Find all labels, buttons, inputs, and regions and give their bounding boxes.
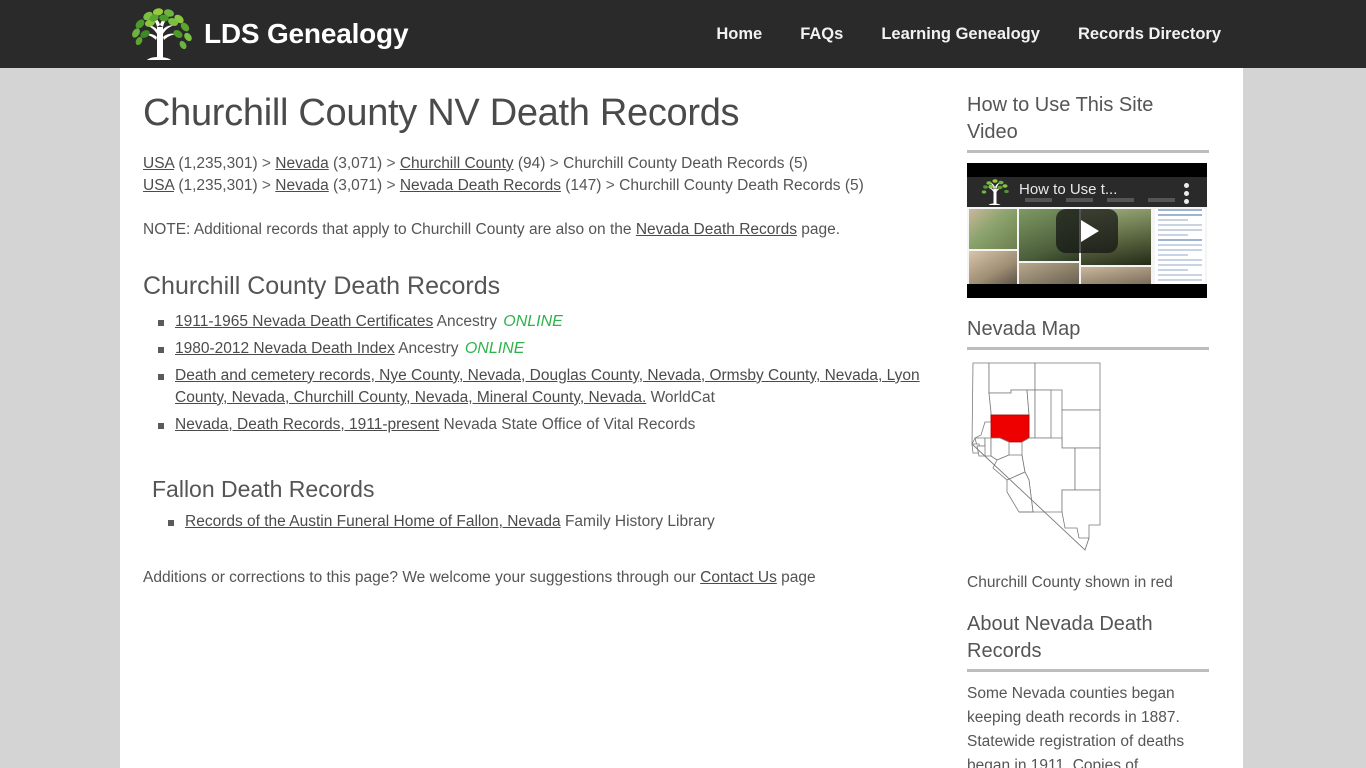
- breadcrumb-separator: >: [386, 154, 396, 172]
- kebab-menu-icon[interactable]: [1184, 183, 1189, 207]
- footer-prefix: Additions or corrections to this page? W…: [143, 569, 701, 587]
- record-list: 1911-1965 Nevada Death Certificates Ance…: [143, 311, 953, 436]
- sidebar-block-map: Nevada Map Churchill County shown in red: [967, 316, 1209, 593]
- video-overlay-title: How to Use t...: [1019, 181, 1118, 198]
- sidebar-block-video: How to Use This Site Video How to Use t.…: [967, 92, 1209, 298]
- breadcrumb-1: USA (1,235,301) > Nevada (3,071) > Churc…: [143, 153, 953, 175]
- record-link[interactable]: Nevada, Death Records, 1911-present: [175, 416, 439, 433]
- breadcrumb-separator: >: [261, 154, 271, 172]
- nav-item-learning-genealogy[interactable]: Learning Genealogy: [862, 25, 1059, 44]
- breadcrumb-current-2: Churchill County Death Records (5): [614, 176, 864, 194]
- thumb-text-column: [1155, 209, 1205, 284]
- nav-item-records-directory[interactable]: Records Directory: [1059, 25, 1240, 44]
- breadcrumb-separator: >: [261, 176, 271, 194]
- page-title: Churchill County NV Death Records: [143, 92, 740, 134]
- list-item: 1911-1965 Nevada Death Certificates Ance…: [158, 311, 953, 333]
- breadcrumb-2: USA (1,235,301) > Nevada (3,071) > Nevad…: [143, 175, 953, 197]
- thumb-photo: [969, 209, 1017, 249]
- breadcrumb-count-nv-death: (147): [560, 176, 606, 194]
- record-provider: Nevada State Office of Vital Records: [439, 415, 696, 433]
- breadcrumb-separator: >: [605, 176, 615, 194]
- page-root: LDS Genealogy Home FAQs Learning Genealo…: [0, 0, 1366, 768]
- sidebar-heading-about: About Nevada Death Records: [967, 613, 1153, 662]
- sidebar: How to Use This Site Video How to Use t.…: [967, 92, 1209, 768]
- breadcrumb-separator: >: [549, 154, 559, 172]
- breadcrumb-link-usa[interactable]: USA: [143, 155, 174, 172]
- breadcrumb-link-nevada-2[interactable]: Nevada: [275, 177, 328, 194]
- footer-suffix: page: [776, 569, 816, 587]
- site-logo[interactable]: LDS Genealogy: [128, 7, 409, 61]
- main-column: Churchill County NV Death Records USA (1…: [143, 92, 953, 605]
- tree-logo-icon: [132, 8, 192, 60]
- main-navigation: Home FAQs Learning Genealogy Records Dir…: [697, 0, 1240, 68]
- breadcrumb-count-usa: (1,235,301): [174, 154, 262, 172]
- footer-note: Additions or corrections to this page? W…: [143, 567, 953, 589]
- sidebar-heading-video: How to Use This Site Video: [967, 94, 1154, 143]
- thumb-photo: [1081, 267, 1151, 284]
- note-prefix: NOTE: Additional records that apply to C…: [143, 220, 636, 238]
- breadcrumb-count-nevada: (3,071): [328, 154, 387, 172]
- footer-link-contact-us[interactable]: Contact Us: [700, 569, 777, 586]
- note-suffix: page.: [796, 220, 841, 238]
- thumb-nav-items: [1025, 198, 1175, 204]
- breadcrumb-count-nevada-2: (3,071): [328, 176, 387, 194]
- breadcrumb-link-churchill-county[interactable]: Churchill County: [400, 155, 514, 172]
- record-provider: Family History Library: [560, 513, 715, 531]
- divider: [967, 347, 1209, 350]
- thumb-site-header: How to Use t...: [967, 177, 1207, 207]
- record-link[interactable]: Death and cemetery records, Nye County, …: [175, 367, 920, 406]
- nav-item-home[interactable]: Home: [697, 25, 781, 44]
- online-badge: ONLINE: [464, 339, 525, 357]
- map-caption: Churchill County shown in red: [967, 574, 1173, 591]
- sidebar-block-about: About Nevada Death Records Some Nevada c…: [967, 611, 1209, 768]
- thumb-photo: [969, 251, 1017, 284]
- subsection-heading-fallon-death-records: Fallon Death Records: [152, 475, 375, 502]
- logo-text: LDS Genealogy: [204, 18, 409, 49]
- breadcrumb-link-nevada-death-records[interactable]: Nevada Death Records: [400, 177, 561, 194]
- play-triangle-icon: [1080, 219, 1099, 242]
- list-item: Nevada, Death Records, 1911-present Neva…: [158, 414, 953, 436]
- about-text: Some Nevada counties began keeping death…: [967, 685, 1185, 768]
- fallon-record-list: Records of the Austin Funeral Home of Fa…: [143, 511, 953, 533]
- record-provider: Ancestry: [394, 339, 463, 357]
- video-player-embed[interactable]: How to Use t...: [967, 163, 1207, 298]
- record-link[interactable]: Records of the Austin Funeral Home of Fa…: [185, 513, 561, 530]
- breadcrumb-count-churchill: (94): [513, 154, 550, 172]
- sidebar-heading-nevada-map: Nevada Map: [967, 318, 1081, 340]
- record-link[interactable]: 1911-1965 Nevada Death Certificates: [175, 313, 433, 330]
- divider: [967, 150, 1209, 153]
- tree-logo-icon: [981, 179, 1009, 205]
- content-shell: Churchill County NV Death Records USA (1…: [120, 68, 1243, 768]
- section-heading-churchill-death-records: Churchill County Death Records: [143, 271, 501, 300]
- online-badge: ONLINE: [503, 312, 563, 330]
- thumb-photo: [1019, 263, 1079, 284]
- breadcrumb-count-usa-2: (1,235,301): [174, 176, 262, 194]
- note-link-nevada-death-records[interactable]: Nevada Death Records: [636, 221, 797, 238]
- play-button[interactable]: [1056, 208, 1118, 253]
- note-line: NOTE: Additional records that apply to C…: [143, 219, 953, 241]
- divider: [967, 669, 1209, 672]
- breadcrumb-link-usa-2[interactable]: USA: [143, 177, 174, 194]
- list-item: 1980-2012 Nevada Death Index Ancestry ON…: [158, 338, 953, 360]
- breadcrumb-link-nevada[interactable]: Nevada: [275, 155, 328, 172]
- nevada-map-svg: [971, 362, 1101, 551]
- nav-item-faqs[interactable]: FAQs: [781, 25, 862, 44]
- record-provider: WorldCat: [646, 388, 715, 406]
- list-item: Death and cemetery records, Nye County, …: [158, 365, 953, 409]
- record-provider: Ancestry: [433, 312, 502, 330]
- breadcrumb-separator: >: [386, 176, 396, 194]
- nevada-county-map: [967, 360, 1207, 565]
- list-item: Records of the Austin Funeral Home of Fa…: [168, 511, 953, 533]
- record-link[interactable]: 1980-2012 Nevada Death Index: [175, 340, 395, 357]
- breadcrumb-current: Churchill County Death Records (5): [558, 154, 808, 172]
- site-header: LDS Genealogy Home FAQs Learning Genealo…: [0, 0, 1366, 68]
